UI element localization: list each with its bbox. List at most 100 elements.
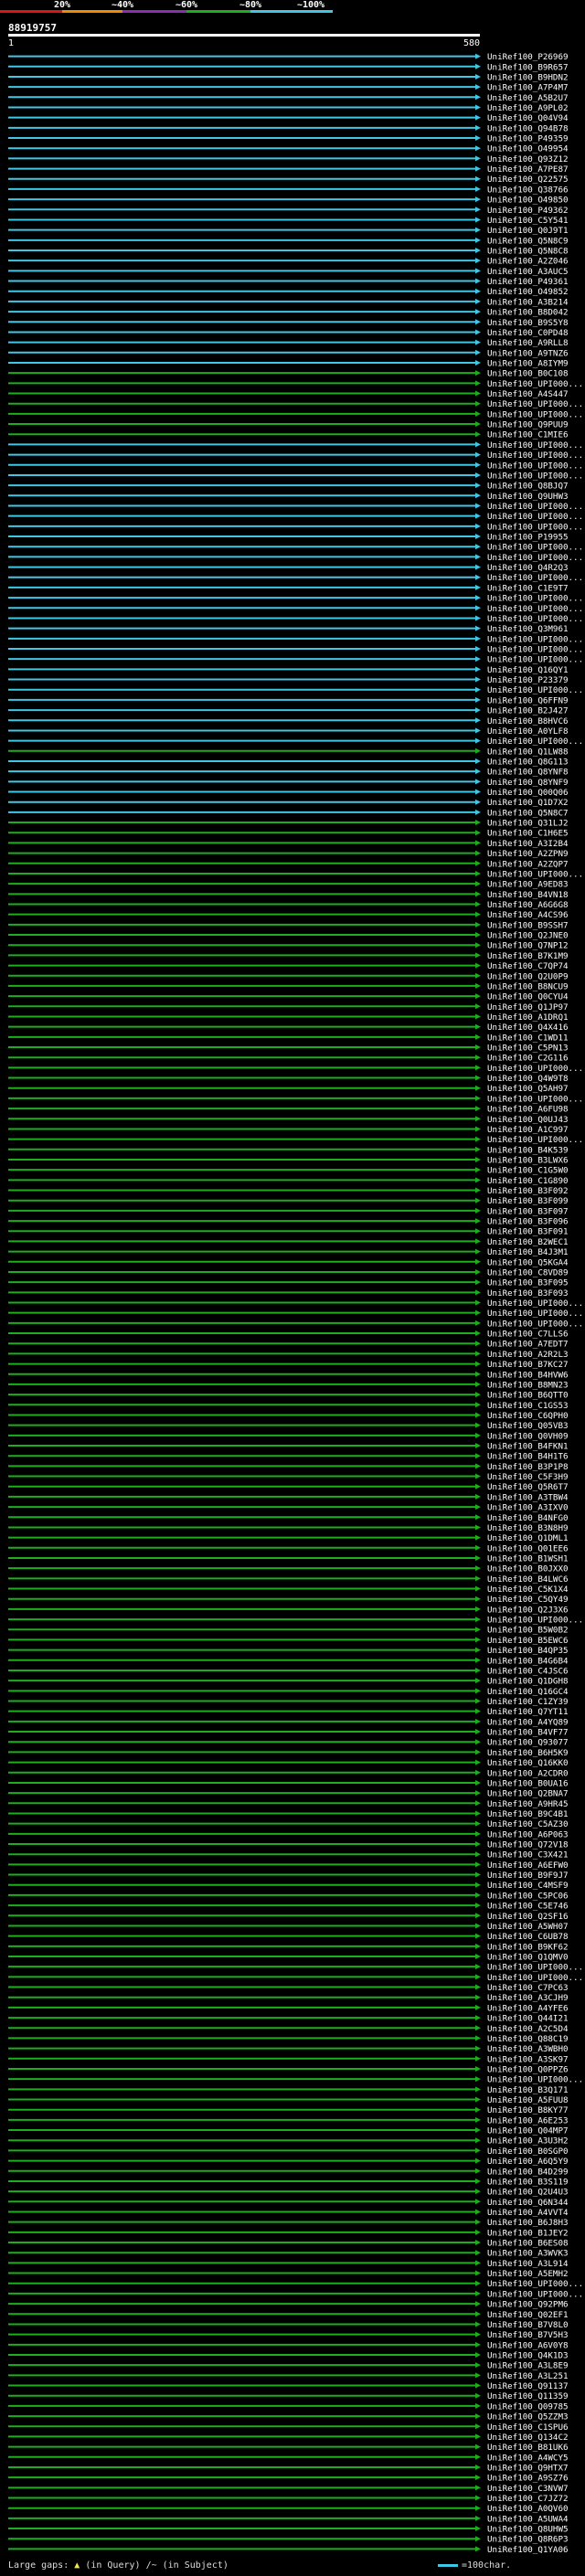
hit-row: UniRef100_A3I2B4 [8,839,569,849]
hit-arrow [475,2475,481,2481]
hit-row: UniRef100_A4CS96 [8,910,569,920]
hit-arrow [475,921,481,928]
hit-label: UniRef100_UPI000... [487,543,583,553]
hit-label: UniRef100_B4LWC6 [487,1574,569,1585]
hit-label: UniRef100_Q9HTX7 [487,2463,569,2473]
hit-label: UniRef100_C0PD48 [487,328,569,338]
hit-arrow [475,421,481,428]
hit-label: UniRef100_B4VF77 [487,1728,569,1738]
scale-key: =100char. [438,2560,511,2571]
hit-label: UniRef100_UPI000... [487,685,583,695]
hit-label: UniRef100_Q1LW88 [487,747,569,757]
hit-row: UniRef100_Q8YNF9 [8,778,569,788]
hit-row: UniRef100_Q5N8C9 [8,236,569,246]
hit-label: UniRef100_C1G5W0 [487,1166,569,1176]
hit-label: UniRef100_B6ES08 [487,2239,569,2249]
hit-row: UniRef100_A9ED83 [8,880,569,890]
hit-arrow [475,451,481,458]
hit-row: UniRef100_O49850 [8,196,569,206]
hit-row: UniRef100_B3F092 [8,1186,569,1196]
hit-arrow [475,482,481,489]
hit-row: UniRef100_Q2SF16 [8,1912,569,1922]
hit-label: UniRef100_A2ZQP7 [487,859,569,869]
hit-row: UniRef100_A4YFE6 [8,2003,569,2013]
hit-label: UniRef100_Q93Z12 [487,154,569,164]
hit-arrow [475,380,481,387]
hit-label: UniRef100_B9F9J7 [487,1871,569,1881]
hit-arrow [475,2025,481,2031]
hit-arrow [475,2495,481,2501]
hit-arrow [475,676,481,683]
hit-row: UniRef100_A3WVK3 [8,2249,569,2259]
hit-label: UniRef100_UPI000... [487,512,583,522]
hit-arrow [475,1943,481,1949]
hit-arrow [475,1106,481,1112]
hit-label: UniRef100_A9TNZ6 [487,348,569,358]
hit-label: UniRef100_UPI000... [487,1135,583,1145]
hit-arrow [475,217,481,223]
hit-label: UniRef100_B8D042 [487,308,569,318]
hit-label: UniRef100_B3F091 [487,1227,569,1237]
hit-label: UniRef100_A2CDR0 [487,1768,569,1778]
hit-row: UniRef100_A7P4M7 [8,83,569,93]
hit-row: UniRef100_Q7NP12 [8,941,569,951]
hit-arrow [475,1820,481,1827]
hit-row: UniRef100_Q8R6P3 [8,2535,569,2545]
hit-arrow [475,1473,481,1479]
hit-arrow [475,359,481,366]
hit-label: UniRef100_B8HVC6 [487,716,569,726]
hit-row: UniRef100_A8IYM9 [8,358,569,368]
hit-arrow [475,2270,481,2276]
hit-label: UniRef100_B3F097 [487,1206,569,1216]
hit-arrow [475,1463,481,1469]
hit-arrow [475,2045,481,2051]
hit-arrow [475,2413,481,2420]
hit-arrow [475,1903,481,1909]
hit-row: UniRef100_Q0J9T1 [8,226,569,236]
hit-row: UniRef100_Q9HTX7 [8,2463,569,2473]
hit-label: UniRef100_A7P4M7 [487,83,569,93]
hit-row: UniRef100_A3U3H2 [8,2136,569,2147]
hit-label: UniRef100_B2WEC1 [487,1237,569,1247]
hit-row: UniRef100_Q00Q06 [8,788,569,798]
hit-row: UniRef100_UPI000... [8,522,583,532]
hit-row: UniRef100_B1JEY2 [8,2228,569,2238]
hit-row: UniRef100_Q05VB3 [8,1421,569,1431]
hit-row: UniRef100_A9HR45 [8,1799,569,1809]
hit-row: UniRef100_UPI000... [8,1616,583,1626]
hit-label: UniRef100_B6QTT0 [487,1391,569,1401]
hit-label: UniRef100_A3SK97 [487,2054,569,2064]
hit-label: UniRef100_C7LLS6 [487,1330,569,1340]
hit-arrow [475,175,481,182]
hit-arrow [475,1627,481,1633]
hit-row: UniRef100_B9R657 [8,62,569,72]
hit-label: UniRef100_B9SSH7 [487,920,569,930]
hit-arrow [475,410,481,417]
hit-row: UniRef100_Q8YNF8 [8,768,569,778]
hit-row: UniRef100_A2C5D4 [8,2024,569,2034]
hit-label: UniRef100_A3TBW4 [487,1492,569,1502]
hit-arrow [475,2178,481,2184]
hit-row: UniRef100_A4VVT4 [8,2208,569,2218]
hit-label: UniRef100_UPI000... [487,869,583,879]
hit-label: UniRef100_B3F092 [487,1186,569,1196]
hit-label: UniRef100_Q92PM6 [487,2300,569,2310]
hit-row: UniRef100_C1H6E5 [8,829,569,839]
hit-label: UniRef100_UPI000... [487,471,583,481]
hit-arrow [475,248,481,254]
hit-label: UniRef100_Q93077 [487,1738,569,1748]
hit-row: UniRef100_C6UB78 [8,1932,569,1942]
hit-arrow [475,2106,481,2113]
hit-arrow [475,73,481,80]
hit-label: UniRef100_UPI000... [487,655,583,665]
hit-arrow [475,1554,481,1561]
hit-label: UniRef100_Q0VH09 [487,1431,569,1441]
hit-row: UniRef100_A0YLF8 [8,726,569,737]
hit-label: UniRef100_P23379 [487,675,569,685]
hit-arrow [475,2004,481,2010]
hit-label: UniRef100_B9S5Y8 [487,318,569,328]
hit-arrow [475,881,481,887]
hit-label: UniRef100_Q7YT11 [487,1707,569,1717]
hit-row: UniRef100_Q9PUU9 [8,420,569,430]
hit-label: UniRef100_A3WVK3 [487,2249,569,2259]
